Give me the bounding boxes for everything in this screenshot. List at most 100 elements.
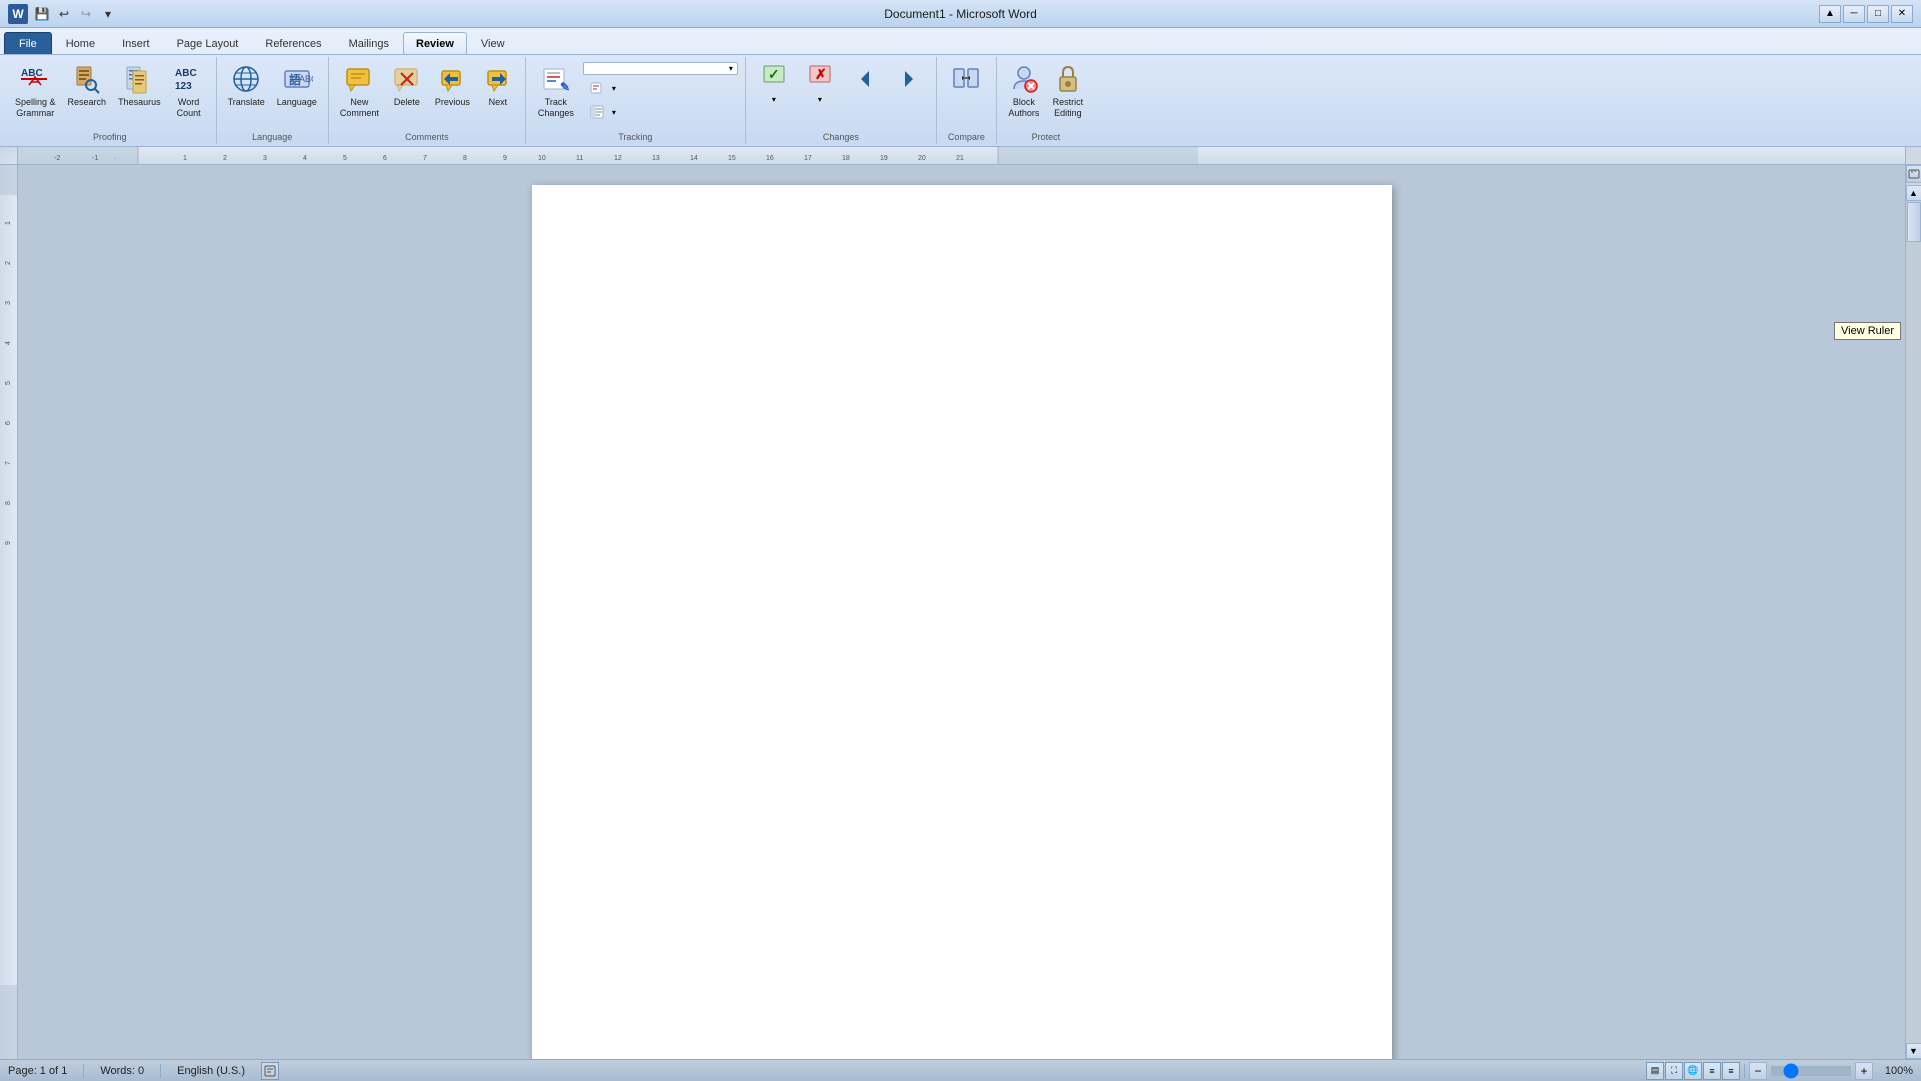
minimize-button[interactable]: ─ [1843, 5, 1865, 23]
status-divider-2 [160, 1064, 161, 1078]
zoom-slider[interactable] [1771, 1066, 1851, 1076]
proofing-group-label: Proofing [93, 132, 127, 142]
track-changes-button[interactable]: ✎ TrackChanges [533, 59, 579, 123]
accept-button[interactable]: ✓ [752, 59, 796, 94]
svg-text:3: 3 [5, 301, 12, 305]
view-ruler-button[interactable] [1906, 165, 1921, 183]
markup-dropdown[interactable]: ▾ [583, 62, 738, 75]
thesaurus-icon [123, 63, 155, 95]
compare-button[interactable] [945, 59, 987, 101]
svg-text:ABC: ABC [299, 74, 313, 84]
changes-items: ✓ ▾ ✗ [752, 59, 930, 142]
scroll-down-button[interactable]: ▼ [1906, 1043, 1921, 1059]
word-count-label: WordCount [177, 97, 201, 119]
spelling-label: Spelling &Grammar [15, 97, 56, 119]
zoom-out-button[interactable]: − [1749, 1062, 1767, 1080]
delete-comment-button[interactable]: Delete [386, 59, 428, 112]
research-button[interactable]: Research [63, 59, 112, 112]
outline-button[interactable]: ≡ [1703, 1062, 1721, 1080]
restore-button[interactable]: □ [1867, 5, 1889, 23]
app-icon: W [8, 4, 28, 24]
translate-button[interactable]: Translate [223, 59, 270, 112]
previous-comment-button[interactable]: Previous [430, 59, 475, 112]
restrict-editing-button[interactable]: RestrictEditing [1047, 59, 1089, 123]
scroll-thumb[interactable] [1907, 202, 1921, 242]
ruler-svg: 1 2 3 4 5 6 7 8 9 10 11 12 13 14 15 16 1… [18, 147, 1905, 165]
tab-references[interactable]: References [252, 32, 334, 54]
save-button[interactable]: 💾 [32, 5, 52, 23]
scroll-area[interactable] [18, 165, 1905, 1059]
block-authors-button[interactable]: BlockAuthors [1003, 59, 1045, 123]
zoom-in-button[interactable]: + [1855, 1062, 1873, 1080]
tab-home[interactable]: Home [53, 32, 108, 54]
research-label: Research [68, 97, 107, 108]
undo-button[interactable]: ↩ [54, 5, 74, 23]
redo-button[interactable]: ↪ [76, 5, 96, 23]
reject-button[interactable]: ✗ [798, 59, 842, 94]
print-layout-button[interactable]: ▤ [1646, 1062, 1664, 1080]
ribbon-collapse-button[interactable]: ▲ [1819, 5, 1841, 23]
tab-mailings[interactable]: Mailings [336, 32, 402, 54]
svg-text:1: 1 [5, 221, 12, 225]
quick-access-dropdown[interactable]: ▾ [98, 5, 118, 23]
tab-file[interactable]: File [4, 32, 52, 54]
document-page[interactable] [532, 185, 1392, 1059]
tab-page-layout[interactable]: Page Layout [164, 32, 252, 54]
ribbon: File Home Insert Page Layout References … [0, 28, 1921, 147]
status-divider-1 [83, 1064, 84, 1078]
ribbon-group-compare: Compare [937, 57, 997, 144]
delete-comment-label: Delete [394, 97, 420, 108]
svg-text:18: 18 [842, 155, 850, 162]
svg-text:·: · [114, 155, 116, 162]
previous-change-button[interactable] [844, 59, 886, 101]
ruler-row: 1 2 3 4 5 6 7 8 9 10 11 12 13 14 15 16 1… [0, 147, 1921, 165]
spelling-grammar-button[interactable]: ABC Spelling &Grammar [10, 59, 61, 123]
svg-text:10: 10 [538, 155, 546, 162]
accept-dropdown[interactable]: ▾ [752, 94, 796, 106]
reviewing-pane-arrow: ▾ [612, 108, 616, 117]
translate-label: Translate [228, 97, 265, 108]
document-view-button[interactable] [261, 1062, 279, 1080]
research-icon [71, 63, 103, 95]
svg-text:3: 3 [263, 155, 267, 162]
language-button[interactable]: 語 ABC Language [272, 59, 322, 112]
next-change-button[interactable] [888, 59, 930, 101]
reviewing-pane-button[interactable]: ▾ [583, 101, 738, 123]
close-button[interactable]: ✕ [1891, 5, 1913, 23]
svg-text:✓: ✓ [768, 66, 780, 82]
svg-text:✎: ✎ [560, 80, 570, 94]
new-comment-button[interactable]: NewComment [335, 59, 384, 123]
compare-items [945, 59, 987, 142]
status-bar: Page: 1 of 1 Words: 0 English (U.S.) ▤ ⛶… [0, 1059, 1921, 1081]
ribbon-content: ABC Spelling &Grammar [0, 54, 1921, 146]
block-authors-label: BlockAuthors [1008, 97, 1039, 119]
vertical-ruler-svg: 1 2 3 4 5 6 7 8 9 [0, 165, 18, 1059]
svg-text:16: 16 [766, 155, 774, 162]
language-items: Translate 語 ABC Language [223, 59, 322, 142]
tab-review[interactable]: Review [403, 32, 467, 54]
draft-button[interactable]: ≡ [1722, 1062, 1740, 1080]
spelling-icon: ABC [19, 63, 51, 95]
words-info: Words: 0 [100, 1065, 144, 1077]
vertical-ruler: 1 2 3 4 5 6 7 8 9 [0, 165, 18, 1059]
reject-dropdown[interactable]: ▾ [798, 94, 842, 106]
tab-insert[interactable]: Insert [109, 32, 163, 54]
scroll-track [1906, 201, 1921, 1043]
full-screen-button[interactable]: ⛶ [1665, 1062, 1683, 1080]
horizontal-ruler: 1 2 3 4 5 6 7 8 9 10 11 12 13 14 15 16 1… [18, 147, 1905, 165]
ribbon-tabs: File Home Insert Page Layout References … [0, 28, 1921, 54]
ribbon-group-protect: BlockAuthors RestrictEditing Protect [997, 57, 1095, 144]
new-comment-label: NewComment [340, 97, 379, 119]
thesaurus-button[interactable]: Thesaurus [113, 59, 166, 112]
next-comment-button[interactable]: Next [477, 59, 519, 112]
show-markup-button[interactable]: ▾ [583, 77, 738, 99]
tab-view[interactable]: View [468, 32, 518, 54]
translate-icon [230, 63, 262, 95]
show-markup-arrow: ▾ [612, 84, 616, 93]
content-row: 1 2 3 4 5 6 7 8 9 [0, 165, 1921, 1059]
web-layout-button[interactable]: 🌐 [1684, 1062, 1702, 1080]
block-authors-icon [1008, 63, 1040, 95]
reviewing-pane-icon [588, 103, 606, 121]
word-count-button[interactable]: ABC 123 WordCount [168, 59, 210, 123]
scroll-up-button[interactable]: ▲ [1906, 185, 1921, 201]
